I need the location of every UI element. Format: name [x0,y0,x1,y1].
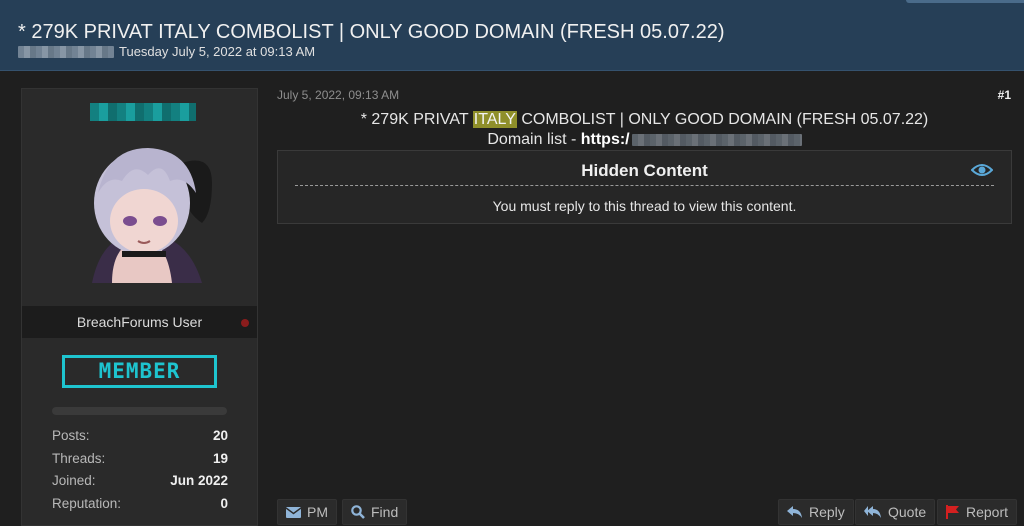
hidden-content-title: Hidden Content [581,161,708,180]
blurred-link [631,133,802,146]
stat-label: Posts: [52,428,90,443]
stat-row-threads: Threads: 19 [52,448,228,471]
domain-list-line: Domain list - https:/ [277,131,1012,149]
hidden-content-message: You must reply to this thread to view th… [492,198,797,214]
stat-value[interactable]: 0 [220,493,228,516]
rank-badge: MEMBER [62,355,217,388]
reply-label: Reply [809,504,845,520]
stat-label: Joined: [52,473,96,488]
header-top-button[interactable] [906,0,1024,3]
flag-icon [946,505,959,519]
thread-header: * 279K PRIVAT ITALY COMBOLIST | ONLY GOO… [0,0,1024,71]
stat-row-reputation: Reputation: 0 [52,493,228,516]
stat-value: Jun 2022 [170,473,228,488]
report-label: Report [966,504,1009,520]
search-highlight: ITALY [472,111,517,128]
find-label: Find [371,504,399,520]
pm-button[interactable]: PM [277,499,337,525]
eye-icon[interactable] [971,162,993,178]
envelope-icon [286,506,301,518]
author-stats: Posts: 20 Threads: 19 Joined: Jun 2022 R… [52,425,228,515]
thread-meta: Tuesday July 5, 2022 at 09:13 AM [18,44,315,59]
quote-label: Quote [888,504,927,520]
stat-row-joined: Joined: Jun 2022 [52,470,228,493]
title-text-pre: * 279K PRIVAT [360,111,473,128]
username[interactable]: BreachForums User [22,314,257,330]
stat-value: 19 [212,450,228,466]
blurred-username[interactable] [90,103,196,121]
username-bar: BreachForums User [22,306,257,338]
post-number-link[interactable]: #1 [998,88,1011,102]
hidden-content-box: Hidden Content You must reply to this th… [277,150,1012,224]
search-icon [351,505,365,519]
reply-button[interactable]: Reply [778,499,854,525]
stat-label: Threads: [52,450,106,466]
rank-progress-bar [52,407,227,415]
domain-list-label: Domain list - [487,131,581,148]
avatar[interactable] [62,133,222,285]
thread-title: * 279K PRIVAT ITALY COMBOLIST | ONLY GOO… [18,21,725,43]
pm-label: PM [307,504,328,520]
domain-list-link[interactable]: https:/ [581,131,630,148]
divider [295,185,994,186]
post-content-title: * 279K PRIVAT ITALY COMBOLIST | ONLY GOO… [277,111,1012,129]
title-text-post: COMBOLIST | ONLY GOOD DOMAIN (FRESH 05.0… [516,111,929,128]
reply-all-icon [864,505,881,518]
report-button[interactable]: Report [937,499,1018,525]
author-sidebar: BreachForums User MEMBER Posts: 20 Threa… [21,88,258,526]
thread-date: Tuesday July 5, 2022 at 09:13 AM [119,44,316,59]
offline-status-icon [241,319,249,327]
stat-row-posts: Posts: 20 [52,425,228,448]
stat-label: Reputation: [52,495,122,511]
find-button[interactable]: Find [342,499,408,525]
blurred-author-name [18,45,114,58]
quote-button[interactable]: Quote [855,499,936,525]
reply-arrow-icon [787,505,802,518]
post-date: July 5, 2022, 09:13 AM [277,88,400,102]
stat-value: 20 [212,428,228,443]
